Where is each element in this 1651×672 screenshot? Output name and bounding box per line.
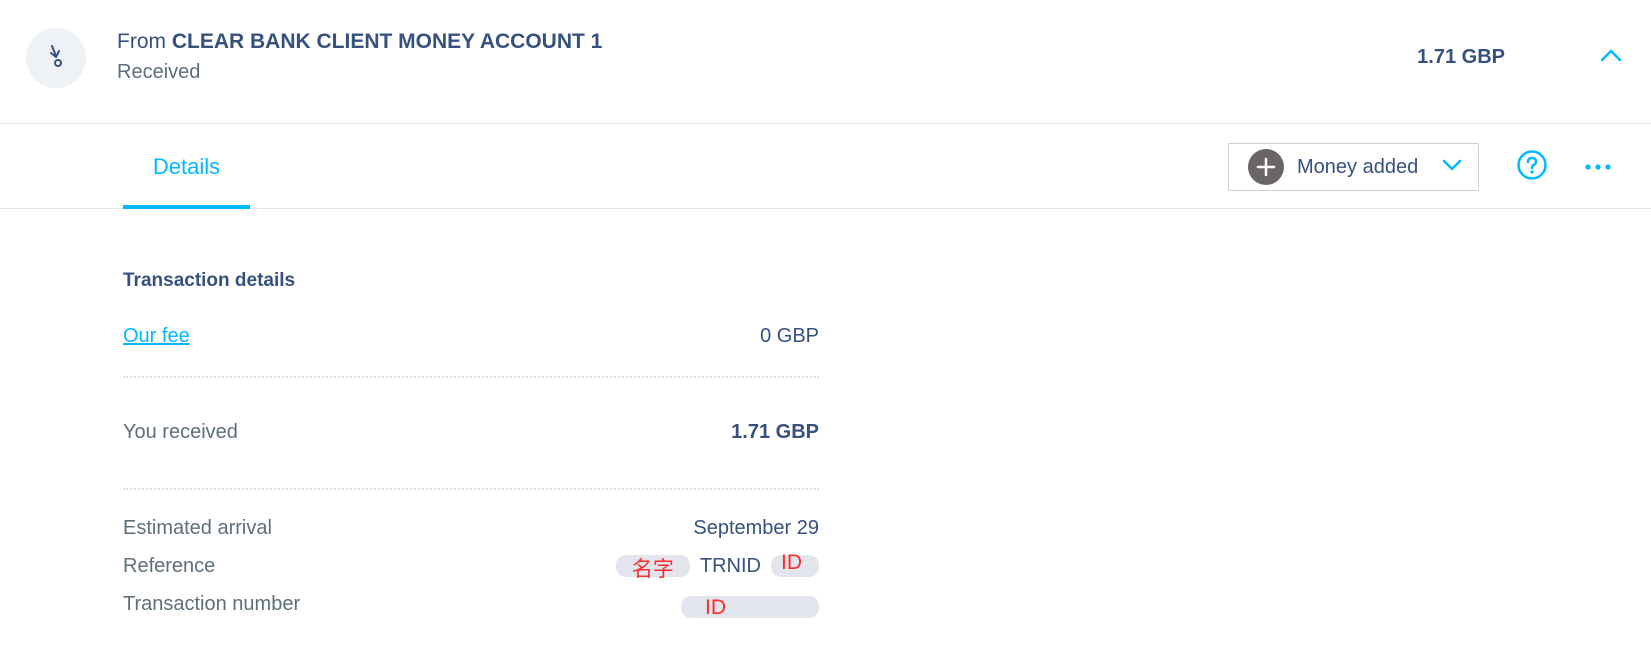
help-icon <box>1516 149 1548 186</box>
arrival-label: Estimated arrival <box>123 516 272 539</box>
reference-label: Reference <box>123 554 216 577</box>
chevron-down-icon <box>1442 158 1462 177</box>
counterparty-name: CLEAR BANK CLIENT MONEY ACCOUNT 1 <box>171 30 603 53</box>
transaction-header[interactable]: From CLEAR BANK CLIENT MONEY ACCOUNT 1 R… <box>0 0 1651 124</box>
id-annotation: ID <box>781 551 802 574</box>
transaction-avatar <box>26 28 86 88</box>
tab-bar: Details Money added <box>0 124 1651 209</box>
category-label: Money added <box>1297 155 1419 178</box>
name-annotation: 名字 <box>631 558 674 581</box>
category-dropdown[interactable]: Money added <box>1228 143 1479 191</box>
arrival-value: September 29 <box>693 516 819 539</box>
fee-row: Our fee 0 GBP <box>123 322 819 350</box>
transaction-number-row: Transaction number ID <box>123 590 819 619</box>
divider <box>123 376 819 378</box>
plus-icon <box>1248 149 1284 185</box>
redacted-block: ID <box>771 551 819 577</box>
arrival-row: Estimated arrival September 29 <box>123 514 819 542</box>
transaction-details-panel: Transaction details Our fee 0 GBP You re… <box>123 270 819 619</box>
tab-details[interactable]: Details <box>123 124 250 209</box>
transaction-detail-page: From CLEAR BANK CLIENT MONEY ACCOUNT 1 R… <box>0 0 1651 672</box>
received-value: 1.71 GBP <box>731 420 819 443</box>
redacted-block: ID <box>681 596 819 619</box>
our-fee-link[interactable]: Our fee <box>123 325 190 348</box>
transaction-number-label: Transaction number <box>123 592 301 615</box>
reference-trnid: TRNID <box>699 554 761 577</box>
collapse-button[interactable] <box>1596 42 1626 72</box>
transaction-title: From CLEAR BANK CLIENT MONEY ACCOUNT 1 <box>117 30 602 54</box>
reference-row: Reference 名字 TRNID ID <box>123 551 819 581</box>
receive-arrow-icon <box>45 43 67 74</box>
transaction-status: Received <box>117 61 201 83</box>
fee-value: 0 GBP <box>760 324 819 347</box>
divider <box>123 488 819 490</box>
more-options-button[interactable] <box>1582 154 1614 180</box>
id-annotation: ID <box>705 596 726 619</box>
more-options-icon <box>1584 158 1612 176</box>
help-button[interactable] <box>1516 149 1548 186</box>
chevron-up-icon <box>1600 48 1622 67</box>
transaction-amount: 1.71 GBP <box>1417 46 1505 68</box>
reference-value: 名字 TRNID ID <box>615 551 819 581</box>
transaction-number-value: ID <box>681 590 819 619</box>
redacted-block: 名字 <box>615 555 690 581</box>
transaction-direction: From <box>117 30 166 53</box>
received-row: You received 1.71 GBP <box>123 418 819 446</box>
section-title: Transaction details <box>123 270 296 291</box>
received-label: You received <box>123 420 238 443</box>
active-tab-indicator <box>123 205 250 209</box>
